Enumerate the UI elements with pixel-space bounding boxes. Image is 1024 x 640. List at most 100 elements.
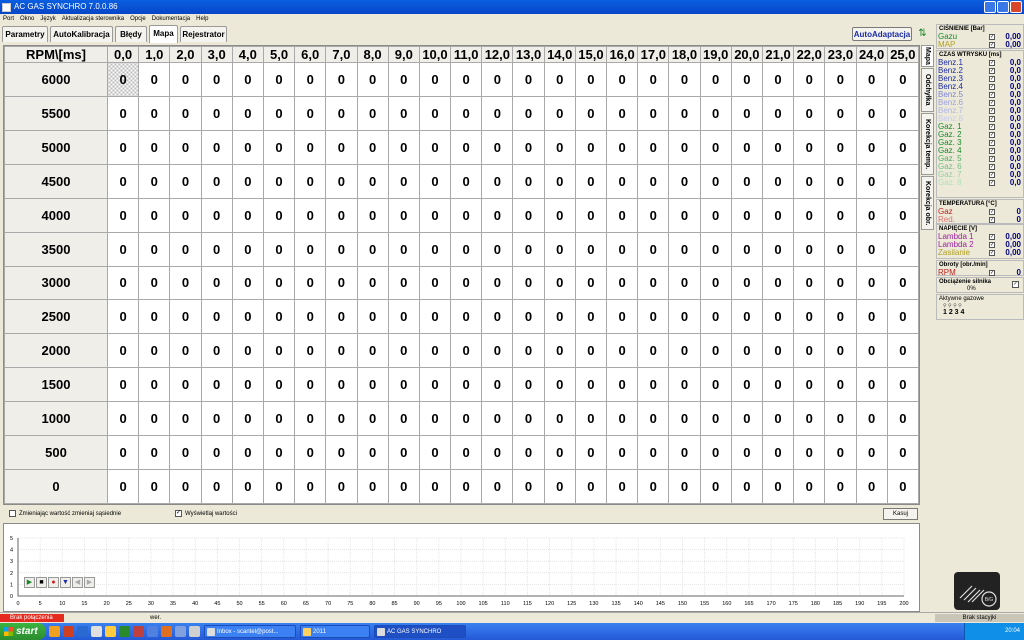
map-cell[interactable]: 0	[637, 367, 670, 403]
map-cell[interactable]: 0	[793, 95, 826, 131]
map-cell[interactable]: 0	[200, 299, 233, 335]
map-cell[interactable]: 0	[418, 469, 452, 504]
map-cell[interactable]: 0	[294, 333, 327, 369]
map-cell[interactable]: 0	[605, 299, 639, 335]
map-cell[interactable]: 0	[325, 197, 358, 233]
map-cell[interactable]: 0	[169, 95, 202, 131]
map-cell[interactable]: 0	[169, 333, 202, 369]
map-cell[interactable]: 0	[637, 62, 670, 97]
map-cell[interactable]: 0	[169, 231, 202, 267]
map-cell[interactable]: 0	[481, 333, 514, 369]
map-cell[interactable]: 0	[668, 333, 701, 369]
map-cell[interactable]: 0	[169, 435, 202, 471]
column-header[interactable]: 19,0	[699, 46, 732, 63]
map-cell[interactable]: 0	[200, 197, 233, 233]
map-cell[interactable]: 0	[824, 401, 857, 437]
map-cell[interactable]: 0	[886, 62, 920, 97]
map-cell[interactable]: 0	[262, 435, 296, 471]
load-checkbox[interactable]: ✓	[1012, 281, 1019, 288]
readout-checkbox[interactable]: ✓	[989, 76, 995, 82]
map-cell[interactable]: 0	[605, 231, 639, 267]
map-cell[interactable]: 0	[824, 197, 857, 233]
map-cell[interactable]: 0	[730, 299, 763, 335]
quicklaunch-icon-11[interactable]	[189, 626, 200, 637]
map-cell[interactable]: 0	[855, 333, 888, 369]
map-cell[interactable]: 0	[793, 197, 826, 233]
map-cell[interactable]: 0	[231, 129, 264, 165]
map-cell[interactable]: 0	[200, 231, 233, 267]
map-cell[interactable]: 0	[668, 401, 701, 437]
map-cell[interactable]: 0	[637, 197, 670, 233]
map-cell[interactable]: 0	[169, 469, 202, 504]
map-cell[interactable]: 0	[200, 401, 233, 437]
map-cell[interactable]: 0	[387, 333, 420, 369]
map-cell[interactable]: 0	[418, 197, 452, 233]
map-cell[interactable]: 0	[699, 265, 732, 301]
column-header[interactable]: 1,0	[138, 46, 171, 63]
readout-checkbox[interactable]: ✓	[989, 84, 995, 90]
readout-checkbox[interactable]: ✓	[989, 68, 995, 74]
map-cell[interactable]: 0	[730, 163, 763, 199]
map-cell[interactable]: 0	[886, 197, 920, 233]
map-cell[interactable]: 0	[262, 163, 296, 199]
column-header[interactable]: 25,0	[886, 46, 920, 63]
map-cell[interactable]: 0	[761, 333, 795, 369]
map-cell[interactable]: 0	[294, 401, 327, 437]
menu-jezyk[interactable]: Język	[40, 14, 55, 24]
map-cell[interactable]: 0	[294, 367, 327, 403]
map-cell[interactable]: 0	[138, 299, 171, 335]
readout-checkbox[interactable]: ✓	[989, 180, 995, 186]
row-header[interactable]: 3500	[4, 231, 108, 267]
map-cell[interactable]: 0	[231, 197, 264, 233]
readout-checkbox[interactable]: ✓	[989, 42, 995, 48]
column-header[interactable]: 17,0	[637, 46, 670, 63]
map-cell[interactable]: 0	[699, 231, 732, 267]
map-cell[interactable]: 0	[387, 401, 420, 437]
map-cell[interactable]: 0	[793, 435, 826, 471]
map-cell[interactable]: 0	[886, 95, 920, 131]
map-cell[interactable]: 0	[450, 367, 483, 403]
map-cell[interactable]: 0	[169, 62, 202, 97]
map-cell[interactable]: 0	[481, 62, 514, 97]
map-cell[interactable]: 0	[730, 367, 763, 403]
map-cell[interactable]: 0	[637, 265, 670, 301]
map-cell[interactable]: 0	[543, 129, 576, 165]
task-inbox[interactable]: Inbox - scantel@post...	[204, 625, 296, 638]
readout-checkbox[interactable]: ✓	[989, 209, 995, 215]
menu-help[interactable]: Help	[196, 14, 208, 24]
map-cell[interactable]: 0	[543, 231, 576, 267]
quicklaunch-icon-10[interactable]	[175, 626, 186, 637]
map-cell[interactable]: 0	[169, 163, 202, 199]
map-cell[interactable]: 0	[231, 95, 264, 131]
map-cell[interactable]: 0	[294, 265, 327, 301]
map-cell[interactable]: 0	[200, 95, 233, 131]
map-cell[interactable]: 0	[761, 129, 795, 165]
quicklaunch-icon-2[interactable]	[63, 626, 74, 637]
map-cell[interactable]: 0	[761, 231, 795, 267]
map-cell[interactable]: 0	[262, 469, 296, 504]
map-cell[interactable]: 0	[387, 469, 420, 504]
map-cell[interactable]: 0	[793, 333, 826, 369]
map-cell[interactable]: 0	[761, 469, 795, 504]
map-cell[interactable]: 0	[138, 129, 171, 165]
readout-checkbox[interactable]: ✓	[989, 116, 995, 122]
map-cell[interactable]: 0	[637, 469, 670, 504]
readout-checkbox[interactable]: ✓	[989, 242, 995, 248]
map-cell[interactable]: 0	[605, 197, 639, 233]
map-cell[interactable]: 0	[605, 129, 639, 165]
map-cell[interactable]: 0	[512, 299, 545, 335]
readout-checkbox[interactable]: ✓	[989, 234, 995, 240]
map-cell[interactable]: 0	[262, 129, 296, 165]
map-cell[interactable]: 0	[262, 197, 296, 233]
map-cell[interactable]: 0	[450, 435, 483, 471]
map-cell[interactable]: 0	[325, 299, 358, 335]
recorder-chart[interactable]: 0 5 10 15 20 25 30 35 40 45 50 55 60 65 70 75 80 85 90 95 10…	[3, 523, 920, 612]
map-cell[interactable]: 0	[886, 129, 920, 165]
map-cell[interactable]: 0	[886, 265, 920, 301]
map-cell[interactable]: 0	[637, 299, 670, 335]
map-cell[interactable]: 0	[793, 299, 826, 335]
map-cell[interactable]: 0	[824, 435, 857, 471]
column-header[interactable]: 5,0	[262, 46, 296, 63]
map-cell[interactable]: 0	[356, 95, 389, 131]
forward-icon[interactable]: ▶	[84, 577, 95, 588]
